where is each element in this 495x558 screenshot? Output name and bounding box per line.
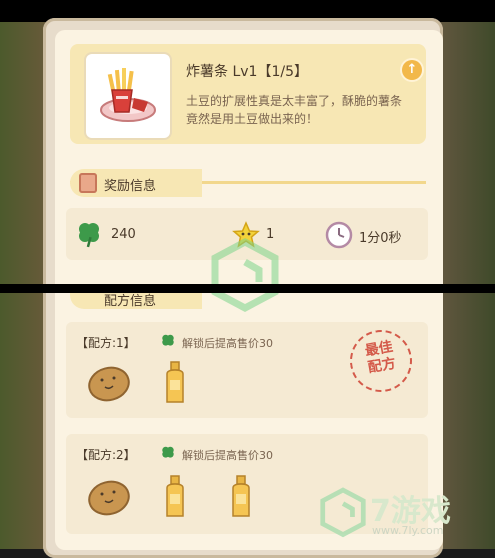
recipe-hint: 解锁后提高售价30 [182, 449, 273, 462]
oil-bottle-icon [166, 361, 184, 403]
clover-icon [79, 223, 99, 248]
star-count: 1 [266, 227, 275, 242]
clover-icon [162, 446, 174, 458]
recipe-label: 【配方:1】 [76, 336, 136, 350]
potato-icon [88, 366, 130, 402]
item-description: 土豆的扩展性真是太丰富了，酥脆的薯条竟然是用土豆做出来的！ [186, 94, 403, 126]
upgrade-button[interactable]: ↑ [402, 60, 422, 80]
oil-bottle-icon [166, 475, 184, 517]
potato-icon [88, 480, 130, 516]
item-thumbnail [86, 54, 170, 138]
star-icon [232, 221, 260, 248]
reward-section-label: 奖励信息 [104, 179, 157, 194]
fries-plate-icon [100, 68, 156, 122]
oil-bottle-icon [232, 475, 250, 517]
letterbox-mid [0, 284, 495, 293]
arrow-up-icon: ↑ [406, 62, 418, 77]
clover-icon [162, 334, 174, 346]
clover-count: 240 [111, 227, 136, 242]
recipe-hint: 解锁后提高售价30 [182, 337, 273, 350]
item-title: 炸薯条 Lv1【1/5】 [186, 64, 308, 80]
reward-scroll-icon [79, 173, 97, 193]
watermark-url: www.7ly.com [372, 524, 444, 537]
recipe-label: 【配方:2】 [76, 448, 136, 462]
duration-value: 1分0秒 [359, 231, 402, 246]
clock-icon [325, 221, 353, 249]
